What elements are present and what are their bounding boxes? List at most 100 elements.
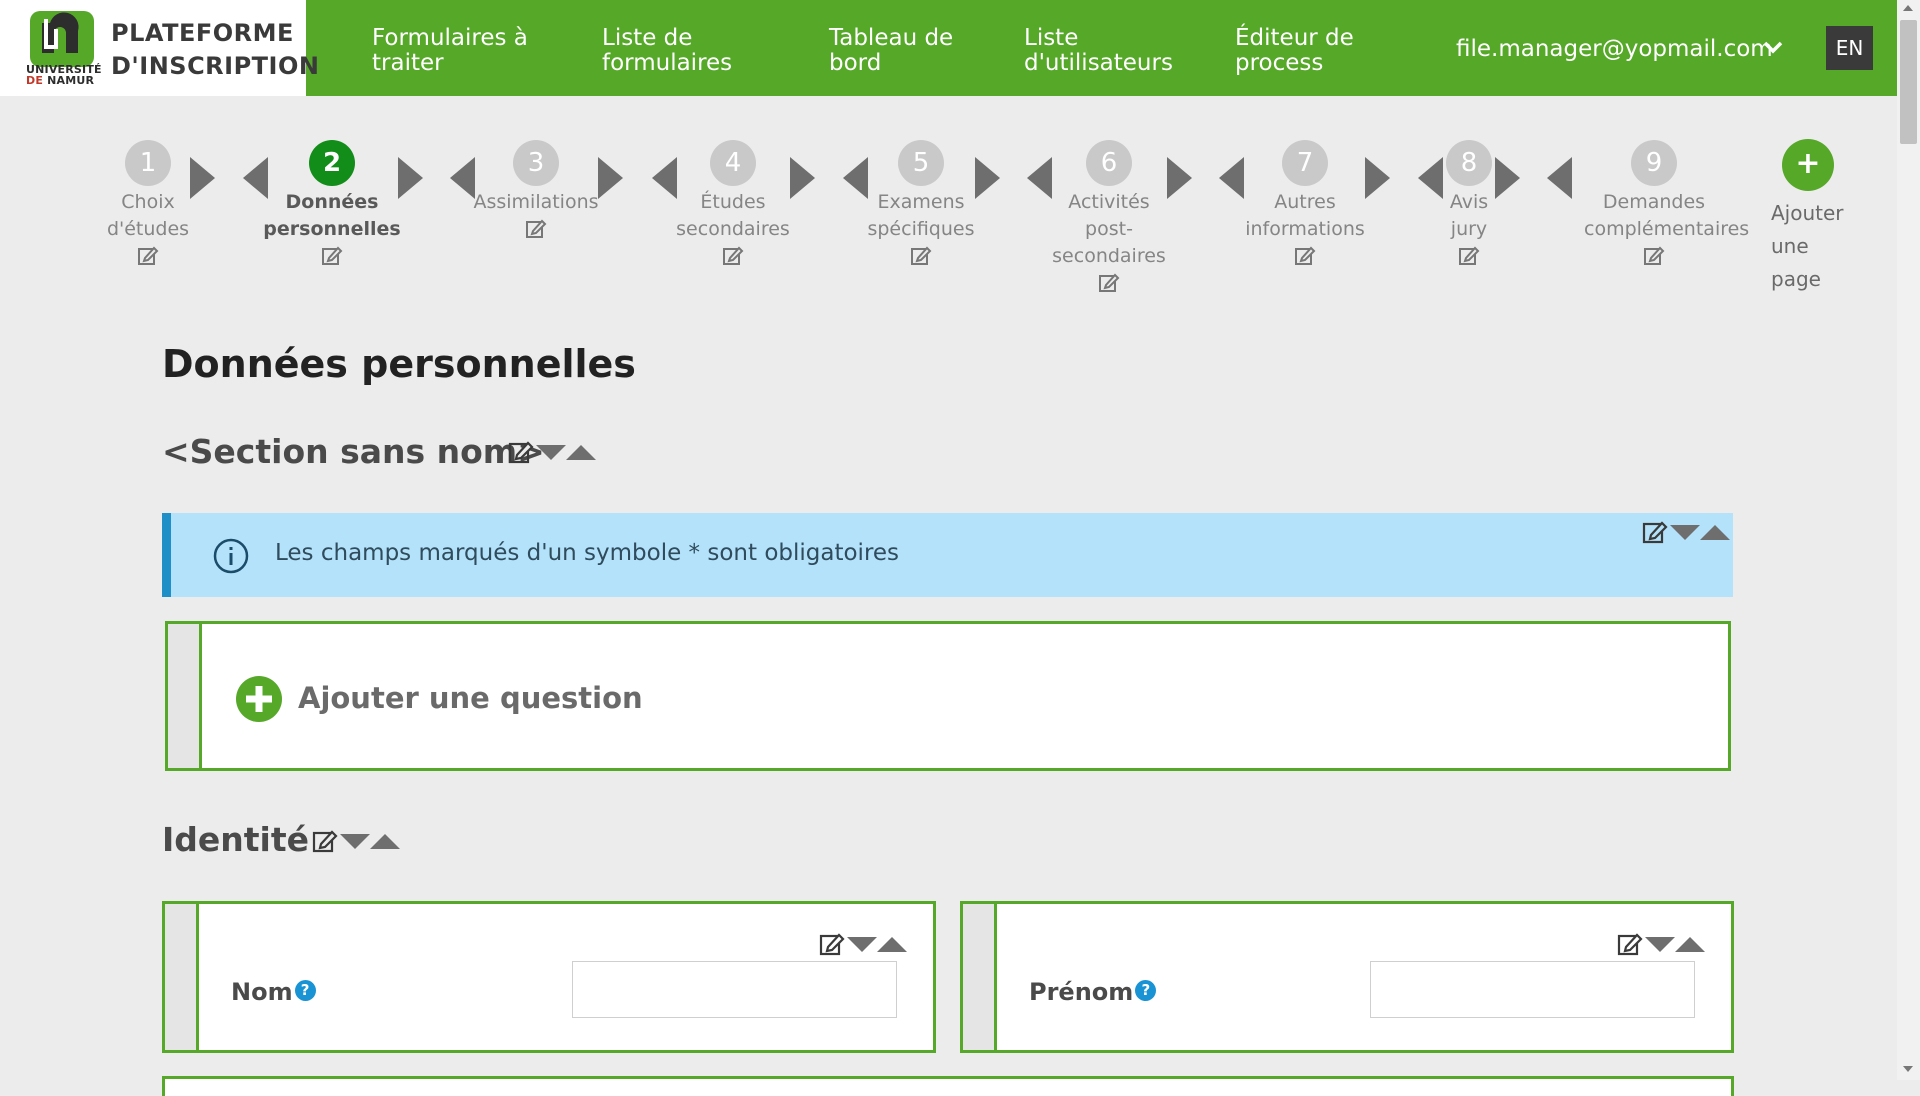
step-number: 7 xyxy=(1282,140,1328,186)
nav-line1: Liste xyxy=(1024,25,1079,51)
move-right-arrow-icon[interactable] xyxy=(975,157,1000,199)
platform-title-line2: D'INSCRIPTION xyxy=(111,52,320,80)
nav-line1: Liste de xyxy=(602,25,693,51)
logo[interactable]: UNIVERSITÉ DE NAMUR PLATEFORME D'INSCRIP… xyxy=(0,0,319,96)
step-5[interactable]: 5 Examens spécifiques xyxy=(851,140,991,267)
scrollbar[interactable] xyxy=(1897,0,1920,1080)
step-4[interactable]: 4 Études secondaires xyxy=(663,140,803,267)
prenom-input[interactable] xyxy=(1370,961,1695,1018)
edit-icon[interactable] xyxy=(910,245,932,267)
edit-icon[interactable] xyxy=(137,245,159,267)
scroll-down-arrow-icon[interactable] xyxy=(1903,1066,1913,1072)
move-right-arrow-icon[interactable] xyxy=(790,157,815,199)
step-number: 4 xyxy=(710,140,756,186)
nav-line2: process xyxy=(1235,50,1324,76)
drag-handle[interactable] xyxy=(963,904,997,1050)
step-label: Demandes complémentaires xyxy=(1584,189,1750,243)
nav-editeur-de-process[interactable]: Éditeur de process xyxy=(1235,26,1354,76)
edit-icon[interactable] xyxy=(321,245,343,267)
move-right-arrow-icon[interactable] xyxy=(598,157,623,199)
move-up-icon[interactable] xyxy=(1700,524,1730,540)
scrollbar-thumb[interactable] xyxy=(1900,20,1917,144)
step-label-line2: post- xyxy=(1085,218,1133,240)
platform-title-line1: PLATEFORME xyxy=(111,19,294,47)
field-label-text: Nom xyxy=(231,978,293,1006)
step-label: Activités post- secondaires xyxy=(1039,189,1179,270)
field-label: Nom? xyxy=(231,978,316,1006)
nav-line2: bord xyxy=(829,50,882,76)
edit-icon[interactable] xyxy=(722,245,744,267)
step-9[interactable]: 9 Demandes complémentaires xyxy=(1584,140,1750,267)
move-right-arrow-icon[interactable] xyxy=(190,157,215,199)
move-right-arrow-icon[interactable] xyxy=(1365,157,1390,199)
language-button[interactable]: EN xyxy=(1826,26,1873,70)
step-label-line2: complémentaires xyxy=(1584,218,1750,240)
edit-icon[interactable] xyxy=(525,218,547,240)
step-number: 8 xyxy=(1446,140,1492,186)
drag-handle[interactable] xyxy=(168,624,202,768)
step-number: 1 xyxy=(125,140,171,186)
nav-liste-utilisateurs[interactable]: Liste d'utilisateurs xyxy=(1024,26,1173,76)
edit-icon[interactable] xyxy=(1617,931,1643,957)
add-question-box[interactable]: Ajouter une question xyxy=(165,621,1731,771)
add-page-button[interactable]: + Ajouter une page xyxy=(1771,139,1861,296)
question-box-nom[interactable]: Nom? xyxy=(162,901,936,1053)
edit-icon[interactable] xyxy=(1643,245,1665,267)
add-page-label: Ajouter une page xyxy=(1771,197,1861,296)
chevron-down-icon[interactable] xyxy=(1762,38,1784,58)
nav-tableau-de-bord[interactable]: Tableau de bord xyxy=(829,26,953,76)
question-box-next[interactable] xyxy=(162,1076,1734,1096)
info-box-controls xyxy=(1642,519,1730,545)
move-down-icon[interactable] xyxy=(340,833,370,849)
step-label: Données personnelles xyxy=(262,189,402,243)
info-message-text: Les champs marqués d'un symbole * sont o… xyxy=(275,540,900,566)
move-left-arrow-icon[interactable] xyxy=(1547,157,1572,199)
question-controls xyxy=(1617,931,1705,957)
move-up-icon[interactable] xyxy=(370,833,400,849)
move-down-icon[interactable] xyxy=(536,444,566,460)
edit-icon[interactable] xyxy=(1458,245,1480,267)
step-2[interactable]: 2 Données personnelles xyxy=(262,140,402,267)
move-down-icon[interactable] xyxy=(1645,936,1675,952)
move-down-icon[interactable] xyxy=(1670,524,1700,540)
step-label: Études secondaires xyxy=(663,189,803,243)
question-box-prenom[interactable]: Prénom? xyxy=(960,901,1734,1053)
step-label: Autres informations xyxy=(1235,189,1375,243)
step-label-line1: Demandes xyxy=(1602,191,1706,213)
step-label-line2: informations xyxy=(1245,218,1365,240)
nav-formulaires-a-traiter[interactable]: Formulaires à traiter xyxy=(372,26,528,76)
step-label-line1: Examens xyxy=(877,191,965,213)
move-right-arrow-icon[interactable] xyxy=(1495,157,1520,199)
drag-handle[interactable] xyxy=(165,904,199,1050)
help-icon[interactable]: ? xyxy=(294,980,316,1001)
nav-line1: Formulaires à xyxy=(372,25,528,51)
move-up-icon[interactable] xyxy=(1675,936,1705,952)
step-6[interactable]: 6 Activités post- secondaires xyxy=(1039,140,1179,294)
edit-icon[interactable] xyxy=(508,439,534,465)
edit-icon[interactable] xyxy=(819,931,845,957)
step-label-line1: Assimilations xyxy=(473,191,599,213)
add-circle-icon[interactable] xyxy=(236,676,282,722)
move-down-icon[interactable] xyxy=(847,936,877,952)
edit-icon[interactable] xyxy=(1642,519,1668,545)
nom-input[interactable] xyxy=(572,961,897,1018)
scroll-up-arrow-icon[interactable] xyxy=(1903,5,1913,11)
add-question-label[interactable]: Ajouter une question xyxy=(298,681,643,715)
step-3[interactable]: 3 Assimilations xyxy=(466,140,606,240)
move-up-icon[interactable] xyxy=(566,444,596,460)
info-message-box[interactable]: Les champs marqués d'un symbole * sont o… xyxy=(162,513,1733,597)
move-right-arrow-icon[interactable] xyxy=(1167,157,1192,199)
edit-icon[interactable] xyxy=(312,828,338,854)
help-icon[interactable]: ? xyxy=(1135,980,1157,1001)
edit-icon[interactable] xyxy=(1294,245,1316,267)
edit-icon[interactable] xyxy=(1098,272,1120,294)
step-label-line3: secondaires xyxy=(1052,245,1166,267)
info-icon xyxy=(213,538,249,574)
nav-liste-de-formulaires[interactable]: Liste de formulaires xyxy=(602,26,732,76)
move-right-arrow-icon[interactable] xyxy=(398,157,423,199)
user-menu[interactable]: file.manager@yopmail.com xyxy=(1456,35,1773,63)
page-title: Données personnelles xyxy=(162,342,636,386)
step-label-line2: personnelles xyxy=(263,218,401,240)
move-up-icon[interactable] xyxy=(877,936,907,952)
step-7[interactable]: 7 Autres informations xyxy=(1235,140,1375,267)
